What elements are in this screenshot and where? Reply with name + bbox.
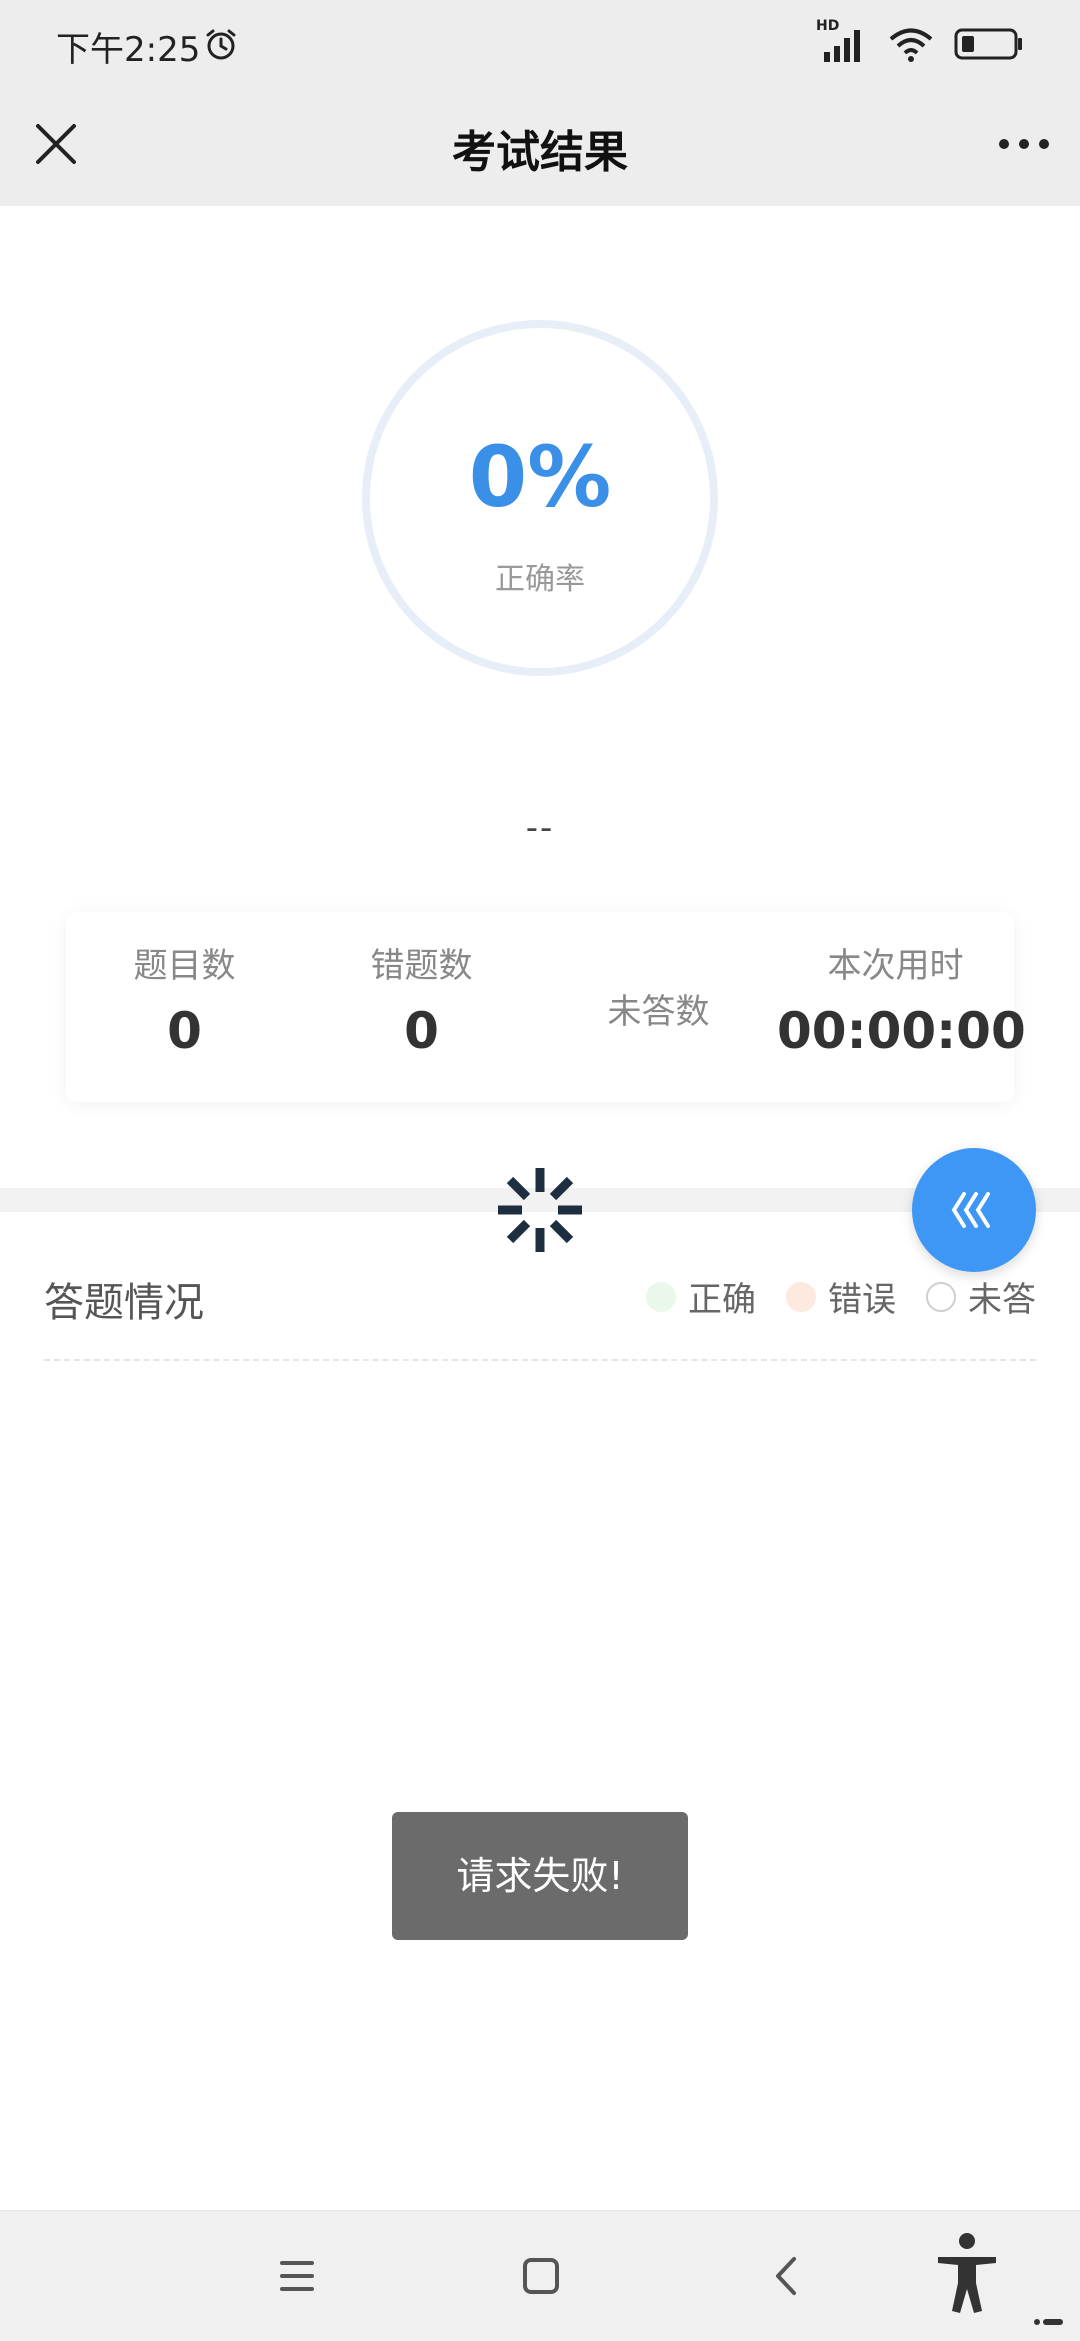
accuracy-ring: 0% 正确率 bbox=[360, 318, 720, 678]
title-bar: 考试结果 bbox=[0, 88, 1080, 206]
back-icon[interactable] bbox=[752, 2241, 822, 2311]
status-indicators: HD bbox=[816, 18, 1024, 64]
collapse-icon bbox=[951, 1192, 990, 1228]
home-icon[interactable] bbox=[506, 2241, 576, 2311]
answers-divider bbox=[44, 1359, 1036, 1361]
signal-icon: HD bbox=[816, 18, 868, 64]
answers-legend: 正确 错误 未答 bbox=[646, 1272, 1036, 1321]
accuracy-label: 正确率 bbox=[495, 562, 585, 597]
legend-unanswered: 未答 bbox=[926, 1272, 1036, 1321]
battery-icon bbox=[954, 28, 1022, 60]
more-icon[interactable] bbox=[992, 120, 1056, 168]
wifi-icon bbox=[889, 28, 933, 62]
watermark-icon bbox=[1034, 2319, 1063, 2325]
legend-dot-correct bbox=[646, 1281, 676, 1312]
stat-unanswered-count: 未答数 bbox=[540, 912, 777, 1102]
legend-dot-wrong bbox=[786, 1281, 816, 1312]
floating-collapse-button[interactable] bbox=[912, 1148, 1036, 1272]
legend-wrong: 错误 bbox=[786, 1272, 896, 1321]
status-time: 下午2:25 bbox=[56, 30, 201, 70]
stat-value: 00:00:00 bbox=[777, 1002, 1026, 1060]
stat-wrong-count: 错题数 0 bbox=[303, 912, 540, 1102]
legend-label: 未答 bbox=[968, 1280, 1036, 1320]
stat-value: 0 bbox=[167, 1002, 202, 1060]
accessibility-icon[interactable] bbox=[932, 2231, 1002, 2315]
stat-question-count: 题目数 0 bbox=[66, 912, 303, 1102]
stat-label: 错题数 bbox=[370, 946, 473, 986]
legend-label: 正确 bbox=[688, 1280, 756, 1320]
menu-icon[interactable] bbox=[262, 2241, 332, 2311]
corner-badge bbox=[1032, 2316, 1066, 2331]
loading-spinner-icon bbox=[498, 1168, 582, 1252]
system-nav-bar bbox=[0, 2210, 1080, 2341]
accuracy-value: 0% bbox=[468, 428, 612, 526]
legend-dot-unanswered bbox=[926, 1281, 956, 1312]
stat-time-used: 本次用时 00:00:00 bbox=[777, 912, 1026, 1102]
stats-card: 题目数 0 错题数 0 未答数 本次用时 00:00:00 bbox=[66, 912, 1026, 1102]
result-summary: -- bbox=[525, 808, 555, 848]
stat-value: 0 bbox=[404, 1002, 439, 1060]
status-bar: 下午2:25 HD bbox=[0, 0, 1080, 88]
stat-label: 题目数 bbox=[133, 946, 236, 986]
legend-label: 错误 bbox=[828, 1280, 896, 1320]
answers-title: 答题情况 bbox=[44, 1280, 204, 1326]
stat-label: 未答数 bbox=[607, 992, 710, 1032]
page-title: 考试结果 bbox=[452, 127, 628, 178]
error-toast: 请求失败! bbox=[392, 1812, 688, 1940]
stat-label: 本次用时 bbox=[827, 946, 964, 986]
alarm-icon bbox=[206, 29, 236, 60]
legend-correct: 正确 bbox=[646, 1272, 756, 1321]
